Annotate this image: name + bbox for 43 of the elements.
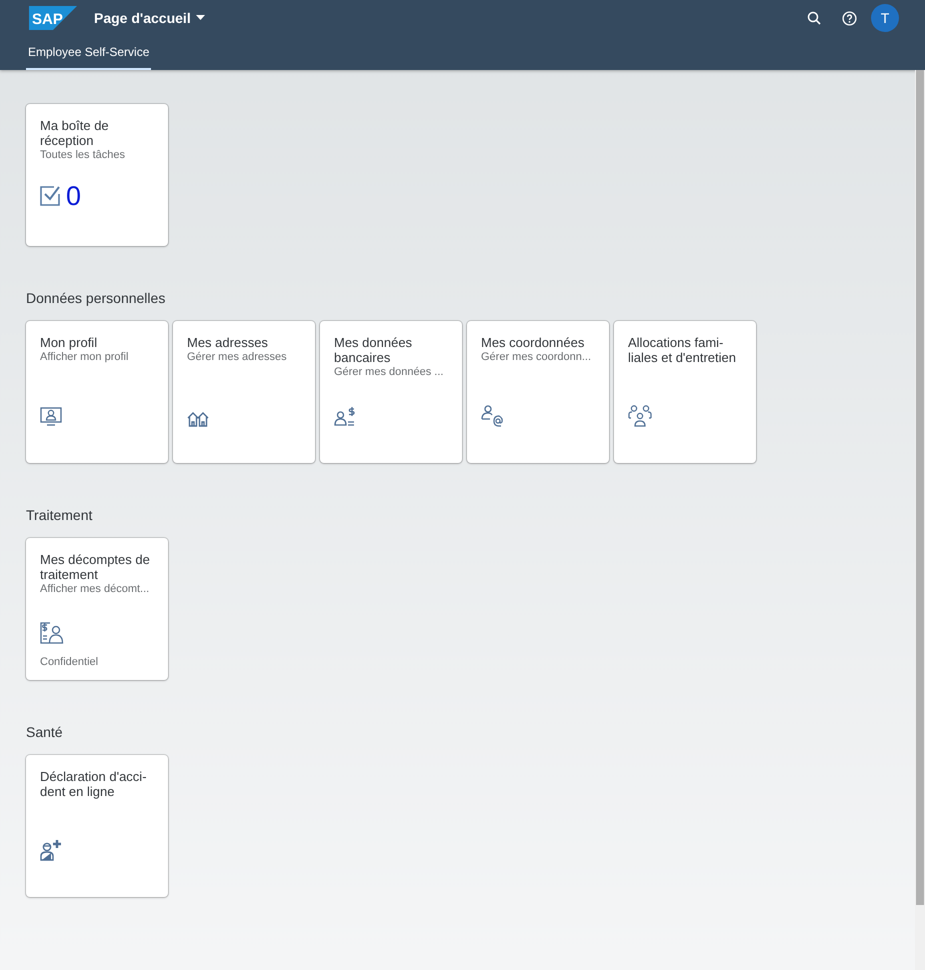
tile[interactable]: Mon profil Afficher mon profil [26, 321, 168, 463]
group-title: Traitement [26, 507, 94, 523]
tile-subtitle: Gérer mes données ... [334, 365, 444, 379]
payslip-person-icon [40, 622, 64, 644]
group-title: Données personnelles [26, 290, 166, 306]
checkbox-icon [40, 185, 62, 207]
tile[interactable]: Mes décomptes de traitement Afficher mes décomt... Confidentiel [26, 538, 168, 680]
tile-subtitle: Afficher mon profil [40, 350, 130, 364]
tile-count: 0 [66, 182, 82, 210]
tile-title: Mon profil [40, 335, 98, 350]
tile-subtitle: Toutes les tâches [40, 148, 126, 162]
tile-title: Mes adresses [187, 335, 269, 350]
caret-icon [196, 15, 205, 21]
tile-title: Mes données bancaires [334, 335, 414, 365]
family-icon [628, 405, 652, 427]
tile-title: Ma boîte de réception [40, 118, 110, 148]
tile-title: Déclaration d'acci- dent en ligne [40, 769, 148, 799]
tile[interactable]: Ma boîte de réception Toutes les tâches 0 [26, 104, 168, 246]
person-plus-icon [40, 839, 62, 861]
logo-icon[interactable]: SAP [29, 6, 77, 30]
help-icon [842, 10, 856, 26]
person-dollar-icon [334, 405, 356, 427]
tile-title: Mes coordonnées [481, 335, 586, 350]
group-title: Santé [26, 724, 64, 740]
person-at-icon [481, 405, 505, 427]
user-avatar[interactable]: T [871, 4, 899, 32]
tile[interactable]: Mes données bancaires Gérer mes données ... [320, 321, 462, 463]
tile[interactable]: Mes coordonnées Gérer mes coordonn... [467, 321, 609, 463]
houses-icon [187, 411, 209, 427]
tile-subtitle: Afficher mes décomt... [40, 582, 150, 596]
search-icon [807, 11, 821, 25]
tile[interactable]: Allocations fami- liales et d'entretien [614, 321, 756, 463]
tile[interactable]: Déclaration d'acci- dent en ligne [26, 755, 168, 897]
profile-card-icon [40, 407, 62, 427]
scrollbar[interactable] [915, 70, 925, 970]
page-title-menu[interactable]: Page d'accueil [94, 10, 205, 26]
tile-title: Mes décomptes de traitement [40, 552, 151, 582]
tile[interactable]: Mes adresses Gérer mes adresses [173, 321, 315, 463]
tile-footer: Confidentiel [40, 644, 158, 680]
tile-subtitle: Gérer mes coordonn... [481, 350, 592, 364]
tile-subtitle: Gérer mes adresses [187, 350, 288, 364]
tab[interactable]: Employee Self-Service [26, 36, 152, 70]
tile-title: Allocations fami- liales et d'entretien [628, 335, 737, 365]
